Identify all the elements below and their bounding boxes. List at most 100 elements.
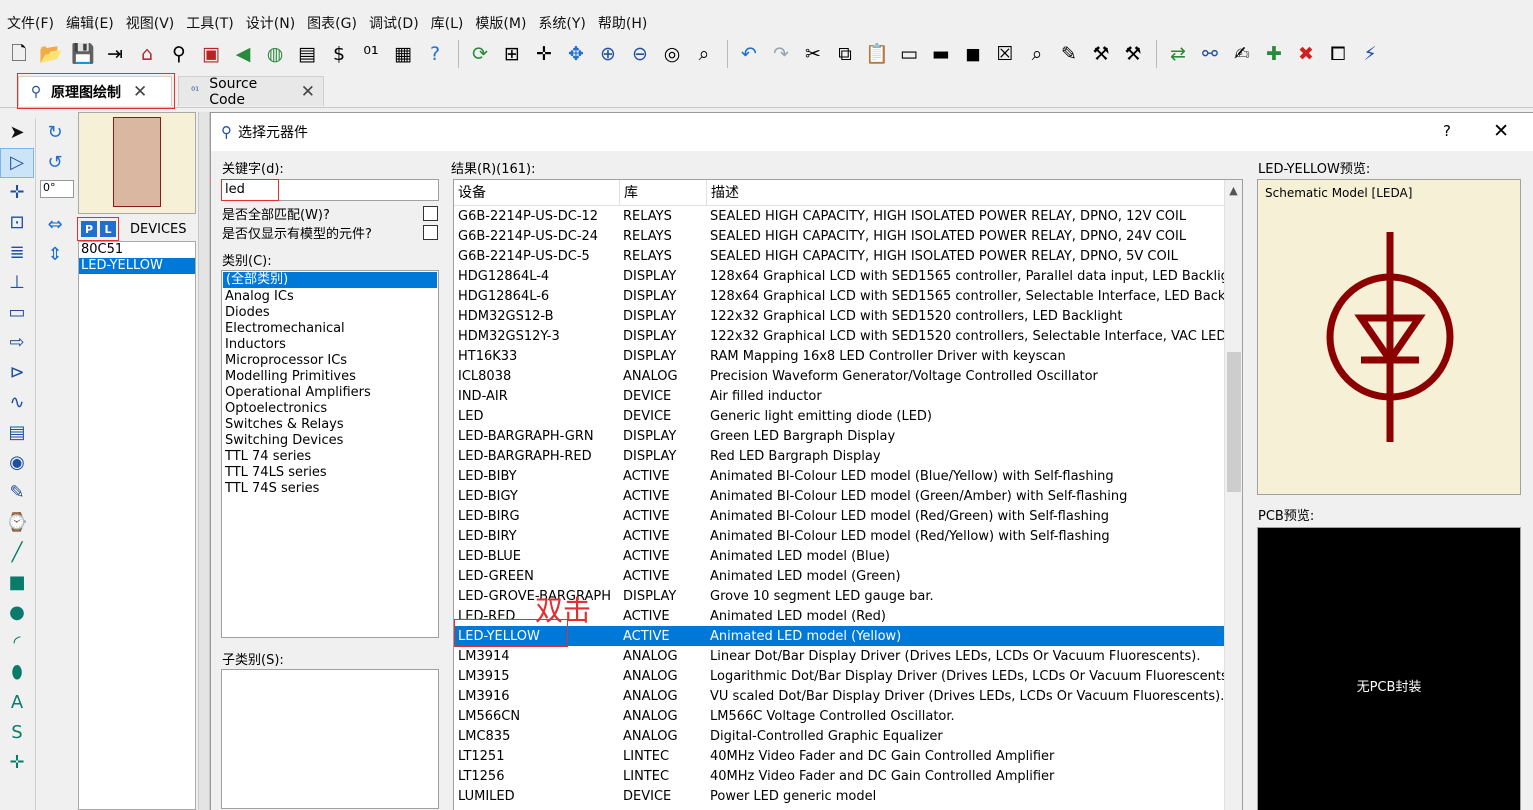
generator-icon[interactable]: ◉	[0, 448, 34, 478]
device-pin-icon[interactable]: ⊳	[0, 358, 34, 388]
category-item[interactable]: TTL 74S series	[222, 481, 438, 497]
tab-source-code-close-icon[interactable]: ✕	[301, 82, 315, 102]
mirror-vertical-icon[interactable]: ⇕	[38, 240, 72, 270]
tab-source-code[interactable]: ⁰¹ Source Code ✕	[178, 76, 324, 108]
rotation-input[interactable]: 0°	[40, 180, 74, 198]
subcategory-list[interactable]	[221, 669, 439, 809]
copy-icon[interactable]: ⧉	[830, 39, 860, 69]
virtual-instrument-icon[interactable]: ⌚	[0, 508, 34, 538]
menu-item[interactable]: 编辑(E)	[59, 13, 119, 33]
table-row[interactable]: IND-AIR DEVICE Air filled inductor	[454, 386, 1242, 406]
menu-item[interactable]: 调试(D)	[362, 13, 424, 33]
table-row[interactable]: G6B-2214P-US-DC-24 RELAYS SEALED HIGH CAPA…	[454, 226, 1242, 246]
wire-label-icon[interactable]: ⊡	[0, 208, 34, 238]
block-delete-icon[interactable]: ☒	[990, 39, 1020, 69]
column-device[interactable]: 设备	[454, 180, 620, 206]
category-item[interactable]: Modelling Primitives	[222, 369, 438, 385]
search-tag-icon[interactable]: ⚯	[1195, 39, 1225, 69]
component-mode-icon[interactable]: ▷	[0, 148, 34, 178]
column-library[interactable]: 库	[620, 180, 707, 206]
table-row[interactable]: LM3916 ANALOG VU scaled Dot/Bar Display Dr…	[454, 686, 1242, 706]
search-icon[interactable]: ⌕	[1022, 39, 1052, 69]
page-icon[interactable]: ▦	[388, 39, 418, 69]
save-icon[interactable]: 💾	[68, 39, 98, 69]
delete-sheet-icon[interactable]: ✖	[1291, 39, 1321, 69]
category-item[interactable]: Switches & Relays	[222, 417, 438, 433]
category-item[interactable]: (全部类别)	[223, 272, 437, 288]
table-row[interactable]: LED-BIRY ACTIVE Animated BI-Colour LED mod…	[454, 526, 1242, 546]
property-icon[interactable]: ✍	[1227, 39, 1257, 69]
table-row[interactable]: G6B-2214P-US-DC-12 RELAYS SEALED HIGH CAPA…	[454, 206, 1242, 226]
zoom-all-icon[interactable]: ◎	[657, 39, 687, 69]
category-item[interactable]: TTL 74 series	[222, 449, 438, 465]
subcircuit-icon[interactable]: ▭	[0, 298, 34, 328]
make-device-icon[interactable]: ✎	[1054, 39, 1084, 69]
table-row[interactable]: HDG12864L-4 DISPLAY 128x64 Graphical LCD w…	[454, 266, 1242, 286]
menu-item[interactable]: 文件(F)	[0, 13, 59, 33]
table-row[interactable]: HT16K33 DISPLAY RAM Mapping 16x8 LED Contr…	[454, 346, 1242, 366]
table-row[interactable]: LED DEVICE Generic light emitting diode (L…	[454, 406, 1242, 426]
menu-item[interactable]: 模版(M)	[468, 13, 531, 33]
category-item[interactable]: TTL 74LS series	[222, 465, 438, 481]
select-arrow-icon[interactable]: ➤	[0, 118, 34, 148]
text-script-icon[interactable]: ≣	[0, 238, 34, 268]
path-icon[interactable]: ⬮	[0, 658, 34, 688]
table-row[interactable]: LM3915 ANALOG Logarithmic Dot/Bar Display …	[454, 666, 1242, 686]
table-row[interactable]: HDM32GS12Y-3 DISPLAY 122x32 Graphical LCD …	[454, 326, 1242, 346]
box-icon[interactable]: ■	[0, 568, 34, 598]
symbol-icon[interactable]: S	[0, 718, 34, 748]
zoom-area-icon[interactable]: ⌕	[689, 39, 719, 69]
menu-item[interactable]: 帮助(H)	[591, 13, 652, 33]
dollar-icon[interactable]: $	[324, 39, 354, 69]
text-icon[interactable]: A	[0, 688, 34, 718]
menu-item[interactable]: 库(L)	[424, 13, 469, 33]
cut-icon[interactable]: ✂	[798, 39, 828, 69]
category-item[interactable]: Diodes	[222, 305, 438, 321]
rotate-ccw-icon[interactable]: ↺	[38, 148, 72, 178]
scroll-thumb[interactable]	[1227, 352, 1241, 492]
table-row[interactable]: LUMILED DEVICE Power LED generic model	[454, 786, 1242, 806]
packaging-icon[interactable]: ⚒	[1086, 39, 1116, 69]
overview-preview[interactable]	[78, 112, 196, 214]
grid-icon[interactable]: ⊞	[497, 39, 527, 69]
import-icon[interactable]: ⇥	[100, 39, 130, 69]
table-row[interactable]: LMC835 ANALOG Digital-Controlled Graphic E…	[454, 726, 1242, 746]
table-row[interactable]: LT1256 LINTEC 40MHz Video Fader and DC Gai…	[454, 766, 1242, 786]
dialog-help-icon[interactable]: ?	[1443, 122, 1451, 140]
table-row[interactable]: LED-BIRG ACTIVE Animated BI-Colour LED mod…	[454, 506, 1242, 526]
category-item[interactable]: Microprocessor ICs	[222, 353, 438, 369]
device-item[interactable]: 80C51	[79, 242, 195, 258]
table-row[interactable]: LED-BIGY ACTIVE Animated BI-Colour LED mod…	[454, 486, 1242, 506]
category-item[interactable]: Operational Amplifiers	[222, 385, 438, 401]
graph-icon[interactable]: ∿	[0, 388, 34, 418]
category-item[interactable]: Electromechanical	[222, 321, 438, 337]
table-row[interactable]: HDM32GS12-B DISPLAY 122x32 Graphical LCD w…	[454, 306, 1242, 326]
mirror-horizontal-icon[interactable]: ⇔	[38, 210, 72, 240]
table-row[interactable]: LED-BIBY ACTIVE Animated BI-Colour LED mod…	[454, 466, 1242, 486]
marker-icon[interactable]: ✛	[0, 748, 34, 778]
line-icon[interactable]: ╱	[0, 538, 34, 568]
terminal-icon[interactable]: ⇨	[0, 328, 34, 358]
chip-icon[interactable]: ▣	[196, 39, 226, 69]
table-row[interactable]: ICL8038 ANALOG Precision Waveform Generato…	[454, 366, 1242, 386]
help-icon[interactable]: ?	[420, 39, 450, 69]
menu-item[interactable]: 图表(G)	[300, 13, 362, 33]
table-row[interactable]: LED-GREEN ACTIVE Animated LED model (Green…	[454, 566, 1242, 586]
bus-icon[interactable]: ⊥	[0, 268, 34, 298]
tab-schematic[interactable]: ⚲ 原理图绘制 ✕	[18, 76, 172, 106]
category-item[interactable]: Optoelectronics	[222, 401, 438, 417]
category-item[interactable]: Switching Devices	[222, 433, 438, 449]
match-all-checkbox[interactable]	[423, 206, 438, 221]
table-row[interactable]: LED-BLUE ACTIVE Animated LED model (Blue)	[454, 546, 1242, 566]
rotate-cw-icon[interactable]: ↻	[38, 118, 72, 148]
category-item[interactable]: Inductors	[222, 337, 438, 353]
menu-item[interactable]: 设计(N)	[239, 13, 300, 33]
block-rotate-icon[interactable]: ◼	[958, 39, 988, 69]
column-description[interactable]: 描述	[707, 180, 1226, 206]
undo-icon[interactable]: ↶	[734, 39, 764, 69]
tape-recorder-icon[interactable]: ▤	[0, 418, 34, 448]
wire-autoroute-icon[interactable]: ⇄	[1163, 39, 1193, 69]
table-row[interactable]: LM566CN ANALOG LM566C Voltage Controlled O…	[454, 706, 1242, 726]
open-folder-icon[interactable]: 📂	[36, 39, 66, 69]
table-row[interactable]: LED-YELLOW ACTIVE Animated LED model (Yell…	[454, 626, 1242, 646]
